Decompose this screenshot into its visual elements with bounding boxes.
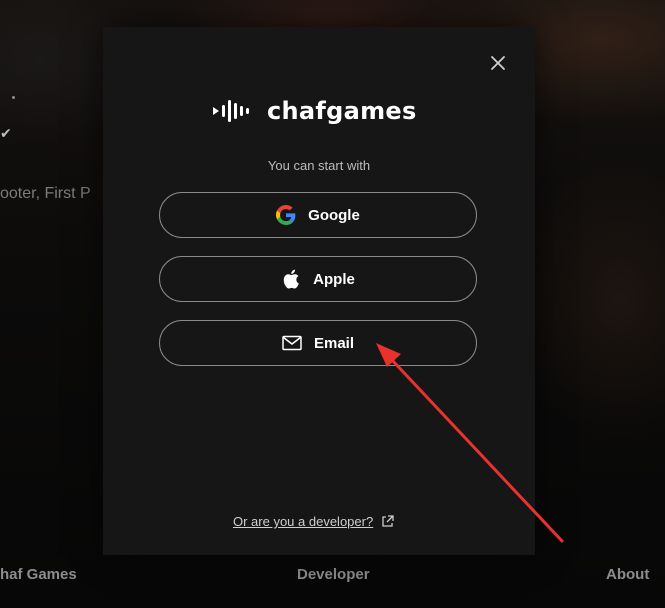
close-icon	[491, 56, 505, 70]
footer-developer-link[interactable]: Developer	[297, 566, 370, 583]
footer-about-link[interactable]: About	[606, 566, 649, 583]
background-glyph: ✔	[0, 126, 12, 142]
developer-link-label: Or are you a developer?	[233, 514, 374, 529]
logo-text: chafgames	[267, 97, 417, 125]
apple-icon	[281, 269, 301, 289]
developer-link[interactable]: Or are you a developer?	[233, 514, 394, 529]
logo-bars-icon	[213, 100, 249, 122]
close-button[interactable]	[488, 53, 508, 73]
google-icon	[276, 205, 296, 225]
chafgames-logo: chafgames	[213, 95, 417, 127]
apple-signin-button[interactable]: Apple	[159, 256, 477, 302]
apple-button-label: Apple	[313, 270, 355, 288]
background-genres: ooter, First P	[0, 185, 91, 202]
start-with-label: You can start with	[267, 158, 371, 173]
email-button-label: Email	[313, 334, 355, 352]
google-button-label: Google	[308, 206, 360, 224]
footer-brand-link[interactable]: haf Games	[0, 566, 77, 583]
email-signin-button[interactable]: Email	[159, 320, 477, 366]
mail-icon	[282, 333, 302, 353]
background-dot	[12, 96, 15, 99]
google-signin-button[interactable]: Google	[159, 192, 477, 238]
external-link-icon	[382, 515, 394, 527]
login-modal: chafgames You can start with Google Appl…	[103, 27, 535, 555]
